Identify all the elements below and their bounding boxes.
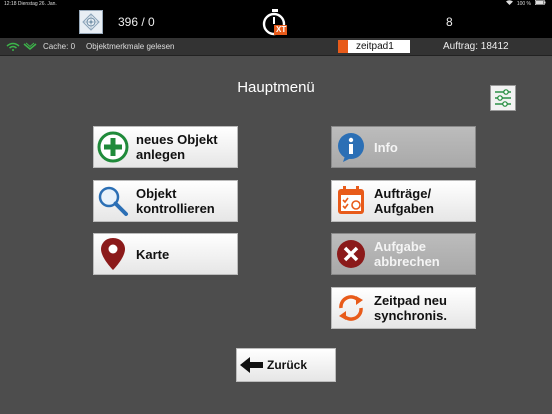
crosshair-icon bbox=[82, 13, 100, 31]
back-button[interactable]: Zurück bbox=[236, 348, 336, 382]
gps-button[interactable] bbox=[79, 10, 103, 34]
app-header: 396 / 0 XT 8 bbox=[0, 8, 552, 38]
sync-arrows-icon bbox=[332, 288, 370, 328]
info-bar: Cache: 0 Objektmerkmale gelesen zeitpad1… bbox=[0, 38, 552, 56]
status-date: Dienstag 26. Jan. bbox=[17, 1, 57, 7]
wifi-signal-icon bbox=[6, 42, 20, 51]
pad-name: zeitpad1 bbox=[356, 41, 394, 52]
orders-label: Aufträge/ Aufgaben bbox=[374, 186, 434, 216]
sliders-icon bbox=[495, 89, 511, 107]
system-status-bar: 12:18 Dienstag 26. Jan. 100 % bbox=[0, 0, 552, 8]
battery-percent: 100 % bbox=[516, 1, 531, 7]
magnifier-icon bbox=[94, 181, 132, 221]
object-counter: 396 / 0 bbox=[118, 15, 155, 29]
sync-button[interactable]: Zeitpad neu synchronis. bbox=[331, 287, 476, 329]
back-label: Zurück bbox=[267, 358, 308, 372]
pending-count: 8 bbox=[446, 15, 453, 29]
cache-status: Cache: 0 bbox=[43, 42, 76, 51]
connection-signals bbox=[6, 42, 37, 51]
pad-flag-icon bbox=[338, 40, 348, 53]
info-label: Info bbox=[374, 139, 398, 155]
cancel-task-button[interactable]: Aufgabe abbrechen bbox=[331, 233, 476, 275]
check-object-button[interactable]: Objekt kontrollieren bbox=[93, 180, 238, 222]
settings-button[interactable] bbox=[490, 85, 516, 111]
new-object-button[interactable]: neues Objekt anlegen bbox=[93, 126, 238, 168]
status-time: 12:18 bbox=[4, 1, 17, 7]
arrow-left-icon bbox=[237, 357, 267, 373]
page-title: Hauptmenü bbox=[237, 79, 315, 96]
battery-icon bbox=[535, 0, 546, 8]
map-button[interactable]: Karte bbox=[93, 233, 238, 275]
pad-badge: zeitpad1 bbox=[338, 40, 410, 53]
info-icon bbox=[332, 127, 370, 167]
status-time-date: 12:18 Dienstag 26. Jan. bbox=[4, 0, 57, 8]
order-number: Auftrag: 18412 bbox=[443, 41, 509, 52]
new-object-label: neues Objekt anlegen bbox=[136, 132, 218, 162]
logo-text: XT bbox=[276, 25, 287, 34]
cancel-x-icon bbox=[332, 234, 370, 274]
status-message: Objektmerkmale gelesen bbox=[86, 42, 175, 51]
sync-signal-icon bbox=[23, 42, 37, 50]
sync-label: Zeitpad neu synchronis. bbox=[374, 293, 447, 323]
check-object-label: Objekt kontrollieren bbox=[136, 186, 215, 216]
wifi-icon bbox=[505, 0, 513, 8]
calendar-check-icon bbox=[332, 181, 370, 221]
info-button[interactable]: Info bbox=[331, 126, 476, 168]
status-right: 100 % bbox=[505, 0, 546, 8]
cancel-task-label: Aufgabe abbrechen bbox=[374, 239, 440, 269]
orders-button[interactable]: Aufträge/ Aufgaben bbox=[331, 180, 476, 222]
plus-circle-icon bbox=[94, 127, 132, 167]
map-label: Karte bbox=[136, 246, 170, 262]
app-logo: XT bbox=[262, 9, 288, 37]
map-pin-icon bbox=[94, 234, 132, 274]
